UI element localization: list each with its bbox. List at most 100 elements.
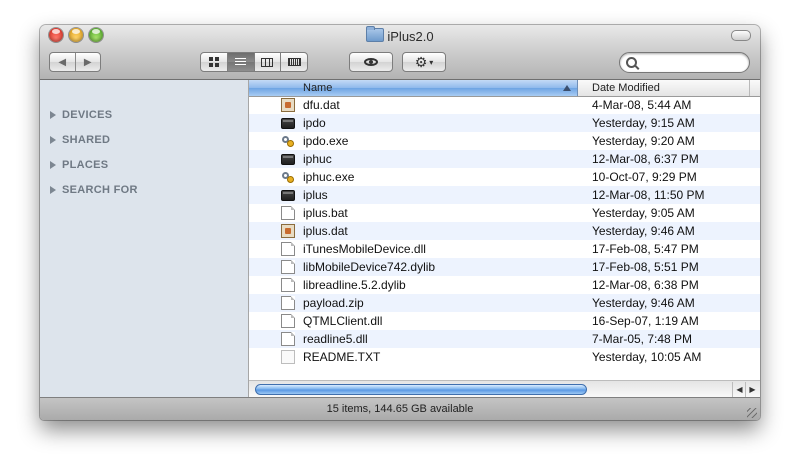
file-date: 16-Sep-07, 1:19 AM xyxy=(592,314,699,328)
file-row[interactable]: dfu.dat 4-Mar-08, 5:44 AM xyxy=(249,96,760,114)
sidebar-section-places[interactable]: PLACES xyxy=(50,157,108,173)
resize-grip-icon[interactable] xyxy=(747,408,757,418)
file-date: 10-Oct-07, 9:29 PM xyxy=(592,170,697,184)
file-name: libMobileDevice742.dylib xyxy=(303,260,436,274)
eye-icon xyxy=(364,58,378,66)
scrollbar-thumb[interactable] xyxy=(255,384,587,395)
document-icon xyxy=(281,260,295,274)
forward-arrow-icon: ▶ xyxy=(83,56,92,68)
file-row[interactable]: readline5.dll 7-Mar-05, 7:48 PM xyxy=(249,330,760,348)
date-modified-column-header[interactable]: Date Modified xyxy=(592,80,660,96)
name-column-label: Name xyxy=(303,82,333,94)
file-row[interactable]: iphuc 12-Mar-08, 6:37 PM xyxy=(249,150,760,168)
file-name: iplus xyxy=(303,188,328,202)
gear-icon: ⚙ xyxy=(414,54,428,70)
list-view-icon xyxy=(235,57,247,67)
file-name: README.TXT xyxy=(303,350,381,364)
document-icon xyxy=(281,242,295,256)
column-header: Name Date Modified xyxy=(249,80,760,97)
file-name: iplus.bat xyxy=(303,206,348,220)
disclosure-triangle-icon[interactable] xyxy=(50,111,56,119)
dat-file-icon xyxy=(281,98,295,112)
file-row[interactable]: README.TXT Yesterday, 10:05 AM xyxy=(249,348,760,366)
chevron-down-icon: ▾ xyxy=(429,57,434,67)
icon-view-button[interactable] xyxy=(201,53,227,71)
sidebar-section-label: SHARED xyxy=(62,134,111,146)
file-date: Yesterday, 9:05 AM xyxy=(592,206,695,220)
file-date: 12-Mar-08, 6:38 PM xyxy=(592,278,699,292)
file-rows: dfu.dat 4-Mar-08, 5:44 AM ipdo Yesterday, … xyxy=(249,96,760,366)
title-bar[interactable]: iPlus2.0 ◀ ▶ ⚙ ▾ xyxy=(40,25,760,80)
forward-button[interactable]: ▶ xyxy=(74,53,101,71)
file-date: 12-Mar-08, 11:50 PM xyxy=(592,188,705,202)
cover-flow-button[interactable] xyxy=(280,53,307,71)
scroll-right-button[interactable]: ▶ xyxy=(745,382,759,397)
toolbar-toggle-button[interactable] xyxy=(731,30,751,41)
sidebar: DEVICES SHARED PLACES SEARCH FOR xyxy=(40,80,249,397)
file-row[interactable]: payload.zip Yesterday, 9:46 AM xyxy=(249,294,760,312)
action-menu-button[interactable]: ⚙ ▾ xyxy=(402,52,446,72)
sort-ascending-icon xyxy=(563,85,571,91)
column-divider[interactable] xyxy=(749,80,750,96)
window-title: iPlus2.0 xyxy=(40,26,760,44)
search-icon xyxy=(626,57,637,68)
scroll-left-button[interactable]: ◀ xyxy=(732,382,746,397)
file-name: iphuc xyxy=(303,152,332,166)
file-name: iplus.dat xyxy=(303,224,348,238)
file-date: 7-Mar-05, 7:48 PM xyxy=(592,332,693,346)
file-date: Yesterday, 9:46 AM xyxy=(592,296,695,310)
file-row[interactable]: QTMLClient.dll 16-Sep-07, 1:19 AM xyxy=(249,312,760,330)
file-row[interactable]: iplus.bat Yesterday, 9:05 AM xyxy=(249,204,760,222)
sidebar-section-devices[interactable]: DEVICES xyxy=(50,107,112,123)
file-name: iphuc.exe xyxy=(303,170,355,184)
sidebar-section-label: DEVICES xyxy=(62,109,113,121)
sidebar-section-shared[interactable]: SHARED xyxy=(50,132,110,148)
document-icon xyxy=(281,206,295,220)
quick-look-button[interactable] xyxy=(349,52,393,72)
dat-file-icon xyxy=(281,224,295,238)
document-icon xyxy=(281,278,295,292)
document-icon xyxy=(281,314,295,328)
unix-executable-icon xyxy=(281,154,295,165)
file-list: Name Date Modified dfu.dat 4-Mar-08, 5:44… xyxy=(249,80,760,380)
document-icon xyxy=(281,332,295,346)
file-row[interactable]: libMobileDevice742.dylib 17-Feb-08, 5:51 … xyxy=(249,258,760,276)
file-date: 17-Feb-08, 5:47 PM xyxy=(592,242,699,256)
name-column-header[interactable]: Name xyxy=(249,80,578,96)
list-view-button[interactable] xyxy=(226,53,254,71)
file-row[interactable]: ipdo Yesterday, 9:15 AM xyxy=(249,114,760,132)
file-name: QTMLClient.dll xyxy=(303,314,383,328)
file-name: readline5.dll xyxy=(303,332,368,346)
windows-exe-icon xyxy=(281,170,295,184)
disclosure-triangle-icon[interactable] xyxy=(50,186,56,194)
search-input[interactable] xyxy=(643,54,747,71)
file-name: dfu.dat xyxy=(303,98,340,112)
horizontal-scrollbar[interactable]: ◀ ▶ xyxy=(249,380,760,398)
file-row[interactable]: iplus.dat Yesterday, 9:46 AM xyxy=(249,222,760,240)
file-row[interactable]: iphuc.exe 10-Oct-07, 9:29 PM xyxy=(249,168,760,186)
status-bar: 15 items, 144.65 GB available xyxy=(40,397,760,420)
file-date: Yesterday, 9:15 AM xyxy=(592,116,695,130)
file-row[interactable]: libreadline.5.2.dylib 12-Mar-08, 6:38 PM xyxy=(249,276,760,294)
back-forward-buttons: ◀ ▶ xyxy=(49,52,101,72)
folder-icon xyxy=(366,26,385,42)
date-column-label: Date Modified xyxy=(592,82,660,94)
column-view-button[interactable] xyxy=(253,53,281,71)
disclosure-triangle-icon[interactable] xyxy=(50,136,56,144)
disclosure-triangle-icon[interactable] xyxy=(50,161,56,169)
search-field[interactable] xyxy=(619,52,750,73)
file-row[interactable]: iplus 12-Mar-08, 11:50 PM xyxy=(249,186,760,204)
finder-window: iPlus2.0 ◀ ▶ ⚙ ▾ DEVICES SHARED PLACES SE… xyxy=(40,25,760,420)
file-row[interactable]: ipdo.exe Yesterday, 9:20 AM xyxy=(249,132,760,150)
view-mode-buttons xyxy=(200,52,308,72)
back-arrow-icon: ◀ xyxy=(58,56,67,68)
file-row[interactable]: iTunesMobileDevice.dll 17-Feb-08, 5:47 PM xyxy=(249,240,760,258)
file-date: 17-Feb-08, 5:51 PM xyxy=(592,260,699,274)
file-name: iTunesMobileDevice.dll xyxy=(303,242,426,256)
sidebar-section-label: PLACES xyxy=(62,159,109,171)
scroll-left-arrow-icon: ◀ xyxy=(736,385,743,394)
file-name: payload.zip xyxy=(303,296,364,310)
back-button[interactable]: ◀ xyxy=(50,53,75,71)
sidebar-section-search-for[interactable]: SEARCH FOR xyxy=(50,182,138,198)
file-date: Yesterday, 10:05 AM xyxy=(592,350,702,364)
